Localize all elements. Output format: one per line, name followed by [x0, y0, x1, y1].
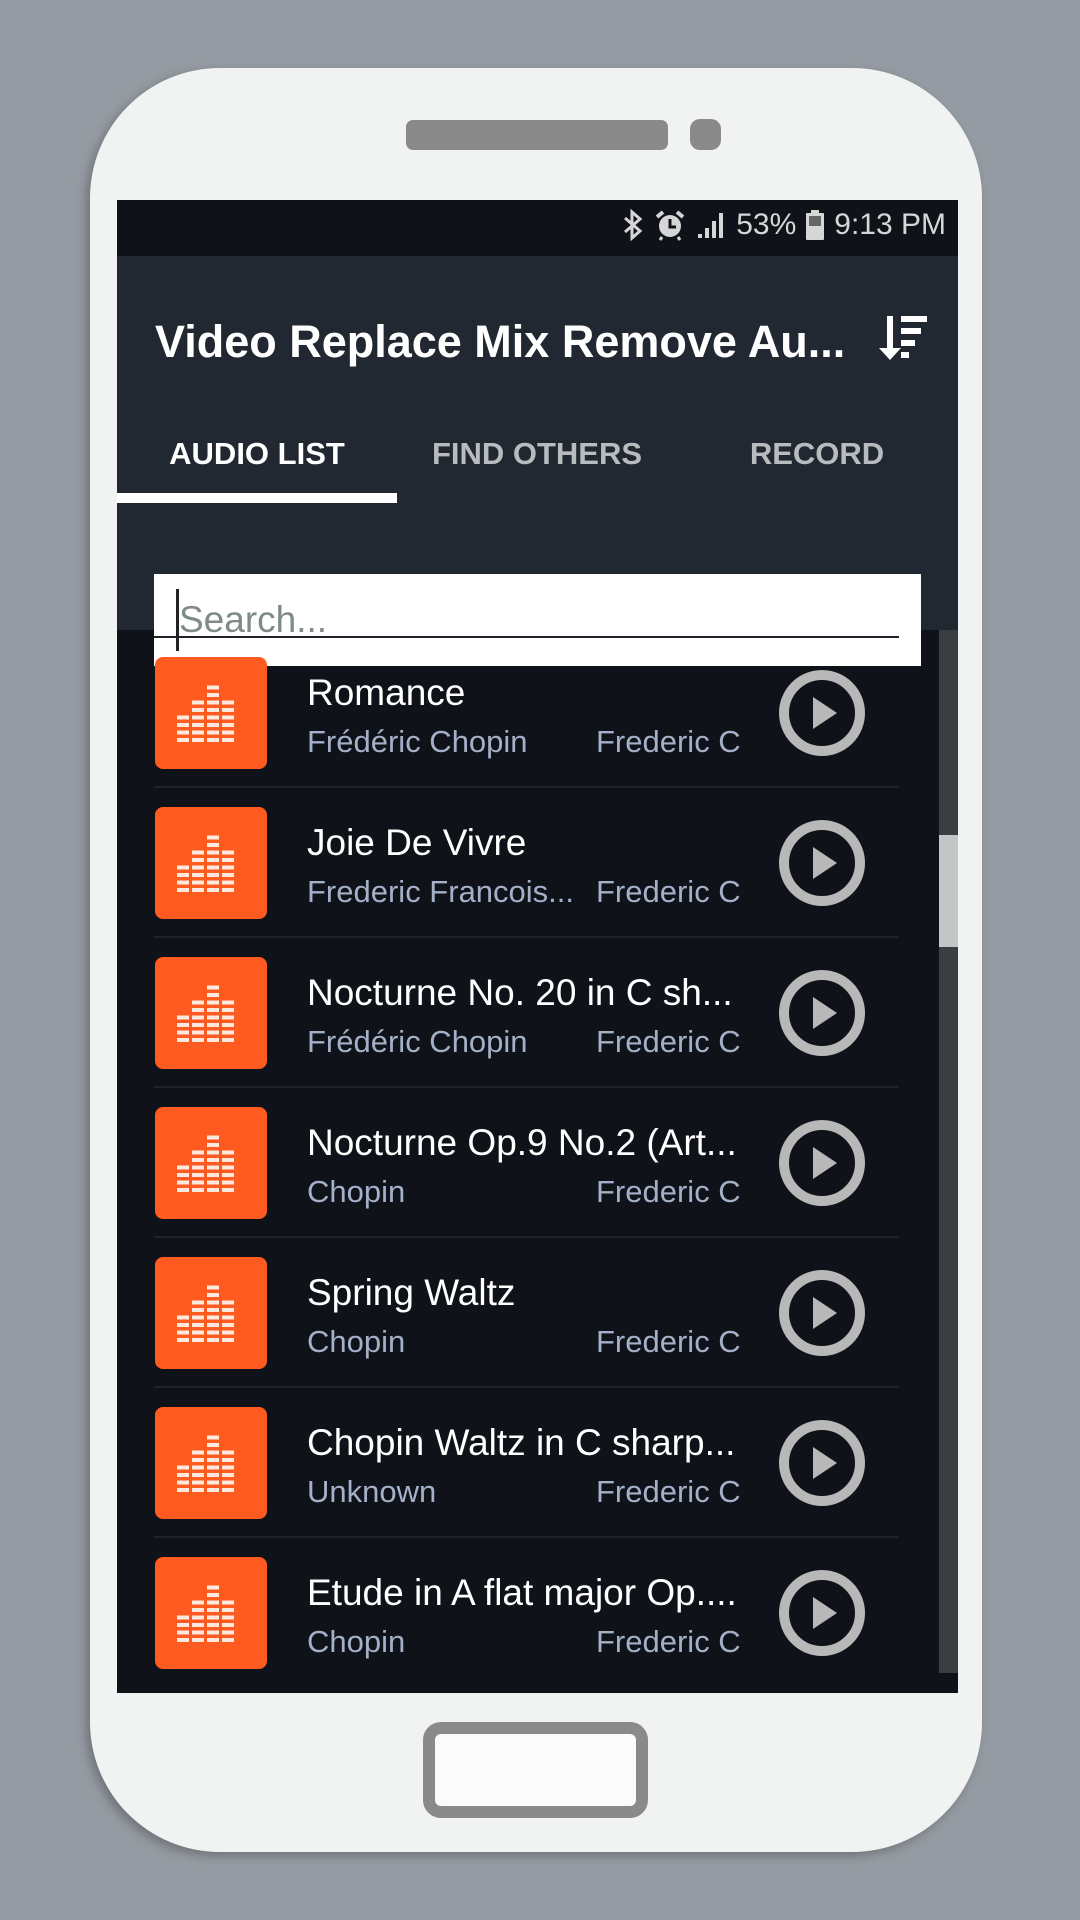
song-artist: Chopin [307, 1174, 406, 1209]
play-button[interactable] [777, 968, 867, 1058]
song-title: Spring Waltz [307, 1272, 516, 1313]
app-title: Video Replace Mix Remove Au... [155, 316, 846, 367]
song-title: Chopin Waltz in C sharp... [307, 1422, 736, 1463]
list-item[interactable]: Chopin Waltz in C sharp... Unknown Frede… [154, 1386, 899, 1538]
audio-thumbnail [155, 1107, 267, 1219]
list-item[interactable]: Nocturne No. 20 in C sh... Frédéric Chop… [154, 936, 899, 1088]
audio-thumbnail [155, 1557, 267, 1669]
equalizer-icon [177, 1285, 234, 1342]
audio-thumbnail [155, 957, 267, 1069]
scrollbar-thumb[interactable] [939, 834, 958, 947]
song-album: Frederic C [596, 724, 741, 759]
app-screen: 53% 9:13 PM Video Replace Mix Remove Au.… [117, 200, 958, 1693]
sort-button[interactable] [877, 296, 937, 376]
song-artist: Frédéric Chopin [307, 1024, 528, 1059]
tab-record[interactable]: RECORD [677, 406, 957, 502]
phone-camera [690, 119, 721, 150]
song-title: Etude in A flat major Op.... [307, 1572, 737, 1613]
app-bar: Video Replace Mix Remove Au... AUDIO LIS… [117, 256, 958, 666]
song-artist: Frederic Francois... [307, 874, 575, 909]
home-button[interactable] [423, 1722, 648, 1818]
play-button[interactable] [777, 1118, 867, 1208]
tab-audio-list[interactable]: AUDIO LIST [117, 406, 397, 503]
song-title: Nocturne No. 20 in C sh... [307, 972, 733, 1013]
equalizer-icon [177, 1435, 234, 1492]
play-button[interactable] [777, 668, 867, 758]
play-icon [779, 1420, 865, 1506]
list-item[interactable]: Etude in A flat major Op.... Chopin Fred… [154, 1536, 899, 1688]
tab-bar: AUDIO LIST FIND OTHERS RECORD [117, 406, 958, 503]
song-artist: Chopin [307, 1324, 406, 1359]
song-album: Frederic C [596, 874, 741, 909]
song-title: Joie De Vivre [307, 822, 527, 863]
song-title: Romance [307, 672, 466, 713]
equalizer-icon [177, 835, 234, 892]
audio-list: Romance Frédéric Chopin Frederic C Joie … [117, 630, 958, 1693]
play-button[interactable] [777, 1268, 867, 1358]
play-button[interactable] [777, 818, 867, 908]
audio-thumbnail [155, 1407, 267, 1519]
scrollbar-track[interactable] [939, 630, 958, 1673]
equalizer-icon [177, 685, 234, 742]
song-artist: Frédéric Chopin [307, 724, 528, 759]
play-icon [779, 670, 865, 756]
play-icon [779, 1270, 865, 1356]
list-item[interactable]: Nocturne Op.9 No.2 (Art... Chopin Freder… [154, 1086, 899, 1238]
play-icon [779, 970, 865, 1056]
play-icon [779, 1570, 865, 1656]
audio-thumbnail [155, 807, 267, 919]
bluetooth-icon [622, 209, 644, 241]
equalizer-icon [177, 1585, 234, 1642]
song-artist: Unknown [307, 1474, 437, 1509]
song-album: Frederic C [596, 1474, 741, 1509]
song-album: Frederic C [596, 1324, 741, 1359]
phone-speaker [406, 120, 668, 150]
song-album: Frederic C [596, 1024, 741, 1059]
list-item[interactable]: Spring Waltz Chopin Frederic C [154, 1236, 899, 1388]
sort-icon [879, 316, 927, 360]
play-icon [779, 1120, 865, 1206]
song-album: Frederic C [596, 1174, 741, 1209]
battery-percent: 53% [736, 208, 797, 241]
song-artist: Chopin [307, 1624, 406, 1659]
alarm-icon [654, 209, 686, 241]
equalizer-icon [177, 985, 234, 1042]
equalizer-icon [177, 1135, 234, 1192]
clock: 9:13 PM [834, 208, 946, 241]
play-button[interactable] [777, 1568, 867, 1658]
list-item[interactable]: Romance Frédéric Chopin Frederic C [154, 636, 899, 788]
song-title: Nocturne Op.9 No.2 (Art... [307, 1122, 737, 1163]
battery-icon [806, 210, 825, 240]
play-button[interactable] [777, 1418, 867, 1508]
signal-icon [696, 210, 726, 240]
song-album: Frederic C [596, 1624, 741, 1659]
audio-thumbnail [155, 1257, 267, 1369]
tab-find-others[interactable]: FIND OTHERS [397, 406, 677, 502]
audio-thumbnail [155, 657, 267, 769]
play-icon [779, 820, 865, 906]
list-item[interactable]: Joie De Vivre Frederic Francois... Frede… [154, 786, 899, 938]
status-bar: 53% 9:13 PM [117, 200, 958, 256]
